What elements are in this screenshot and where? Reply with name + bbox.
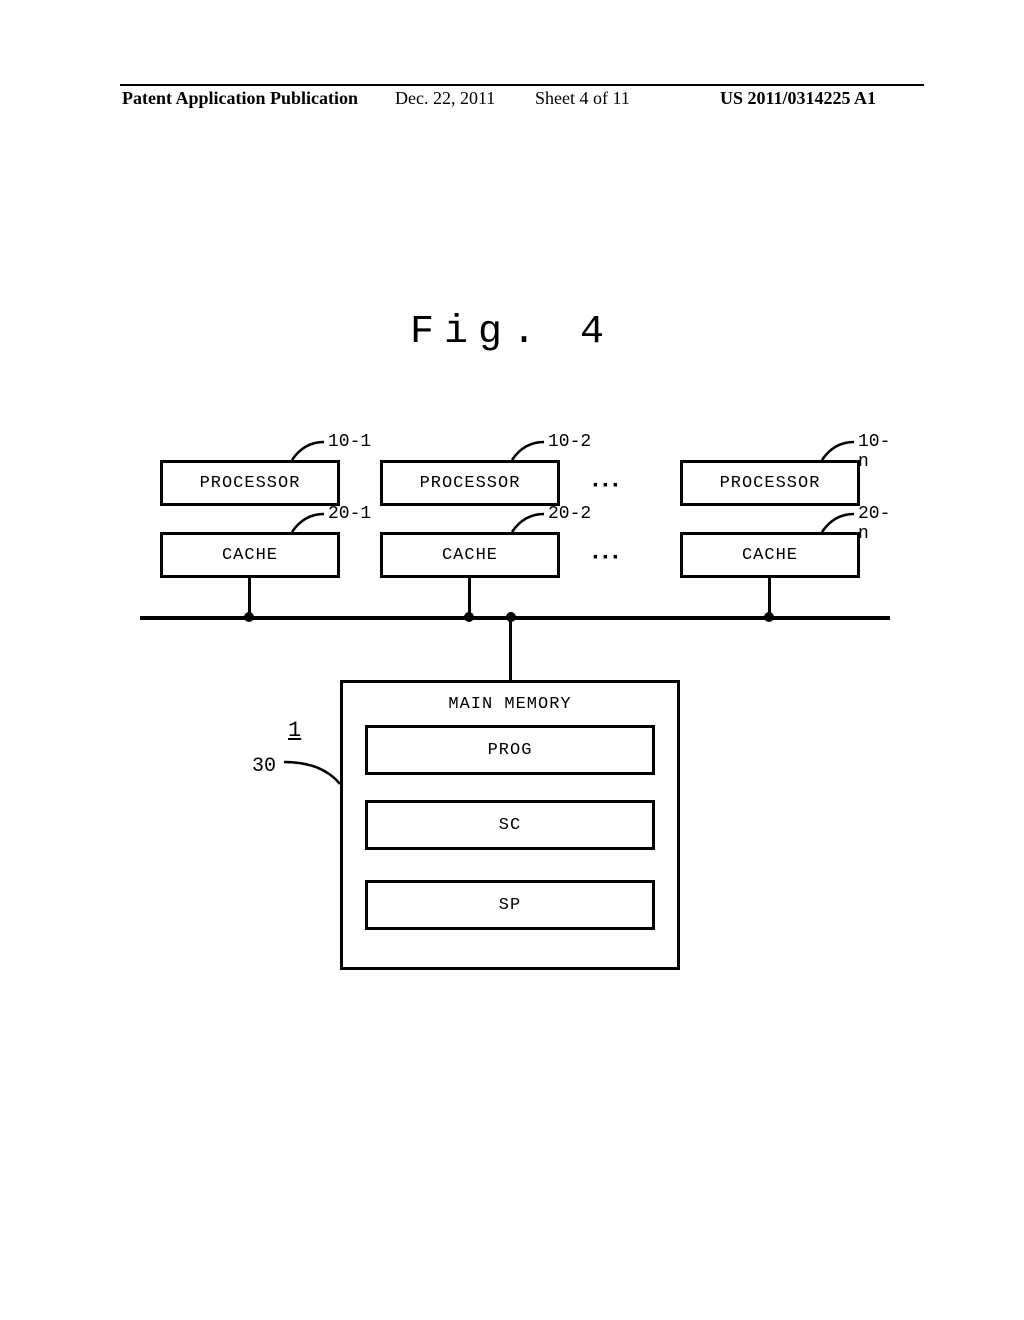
lead-line-icon	[820, 440, 856, 462]
cache-box-1: CACHE	[160, 532, 340, 578]
lead-line-icon	[510, 512, 546, 534]
ref-label-cache-1: 20-1	[328, 504, 371, 524]
processor-box-2: PROCESSOR	[380, 460, 560, 506]
bus-node-n	[764, 612, 774, 622]
ellipsis-icon: ···	[592, 472, 622, 500]
page: Patent Application Publication Dec. 22, …	[0, 0, 1024, 1320]
ref-label-cache-2: 20-2	[548, 504, 591, 524]
lead-line-icon	[282, 760, 342, 786]
ref-label-proc-n: 10-n	[858, 432, 900, 472]
lead-line-icon	[820, 512, 856, 534]
cache-box-2: CACHE	[380, 532, 560, 578]
header-pub-type: Patent Application Publication	[122, 88, 358, 109]
header-sheet: Sheet 4 of 11	[535, 88, 630, 109]
bus-node-1	[244, 612, 254, 622]
system-ref-label: 1	[288, 718, 301, 743]
prog-box: PROG	[365, 725, 655, 775]
mem-stub	[509, 618, 512, 680]
lead-line-icon	[290, 512, 326, 534]
header-pub-number: US 2011/0314225 A1	[720, 88, 876, 109]
header-date: Dec. 22, 2011	[395, 88, 495, 109]
figure-title: Fig. 4	[0, 310, 1024, 355]
cache-box-n: CACHE	[680, 532, 860, 578]
memory-ref-label: 30	[252, 755, 276, 778]
ellipsis-icon: ···	[592, 544, 622, 572]
ref-label-proc-2: 10-2	[548, 432, 591, 452]
ref-label-proc-1: 10-1	[328, 432, 371, 452]
bus-node-2	[464, 612, 474, 622]
sc-box: SC	[365, 800, 655, 850]
ref-label-cache-n: 20-n	[858, 504, 900, 544]
main-memory-label: MAIN MEMORY	[448, 695, 571, 714]
processor-box-n: PROCESSOR	[680, 460, 860, 506]
lead-line-icon	[510, 440, 546, 462]
diagram-area: 10-1 10-2 10-n PROCESSOR PROCESSOR ··· P…	[140, 440, 900, 980]
header-rule	[120, 84, 924, 86]
lead-line-icon	[290, 440, 326, 462]
processor-box-1: PROCESSOR	[160, 460, 340, 506]
sp-box: SP	[365, 880, 655, 930]
